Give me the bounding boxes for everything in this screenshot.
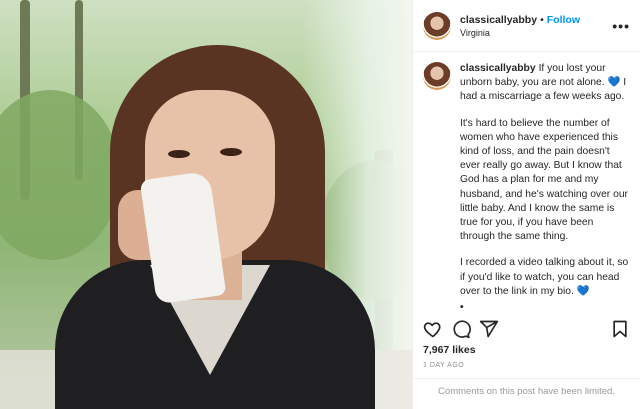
action-bar	[423, 318, 630, 340]
caption-paragraph-3: I recorded a video talking about it, so …	[460, 257, 629, 297]
avatar[interactable]	[423, 11, 451, 40]
share-icon[interactable]	[479, 319, 499, 339]
caption-text: classicallyabby If you lost your unborn b…	[460, 62, 630, 310]
follow-button[interactable]: Follow	[547, 14, 580, 26]
caption-avatar[interactable]	[423, 62, 451, 90]
divider	[413, 378, 640, 379]
blue-heart-emoji: 💙	[576, 285, 590, 297]
heart-icon[interactable]	[423, 319, 443, 339]
caption-username[interactable]: classicallyabby	[460, 63, 536, 74]
separator-dot: •	[540, 13, 544, 26]
bookmark-icon[interactable]	[610, 319, 630, 339]
user-row: classicallyabby • Follow	[460, 14, 612, 26]
likes-count[interactable]: 7,967 likes	[423, 344, 476, 356]
post-image	[0, 0, 412, 409]
user-block: classicallyabby • Follow Virginia	[460, 14, 612, 38]
right-eye	[220, 148, 242, 156]
comments-limited-notice: Comments on this post have been limited.	[438, 386, 615, 397]
post-header: classicallyabby • Follow Virginia •••	[413, 0, 640, 52]
comment-icon[interactable]	[451, 319, 471, 339]
dot: •	[460, 302, 464, 310]
post-sidebar: classicallyabby • Follow Virginia ••• cl…	[412, 0, 640, 409]
username[interactable]: classicallyabby	[460, 14, 537, 26]
location[interactable]: Virginia	[460, 28, 612, 38]
caption-dots: • • •	[460, 302, 630, 310]
background-foliage	[0, 90, 120, 260]
left-eye	[168, 150, 190, 158]
caption-paragraph-2: It's hard to believe the number of women…	[460, 117, 628, 243]
blue-heart-emoji: 💙	[607, 77, 621, 89]
timestamp[interactable]: 1 DAY AGO	[423, 362, 464, 369]
caption: classicallyabby If you lost your unborn b…	[413, 52, 640, 310]
more-options-icon[interactable]: •••	[612, 18, 630, 34]
